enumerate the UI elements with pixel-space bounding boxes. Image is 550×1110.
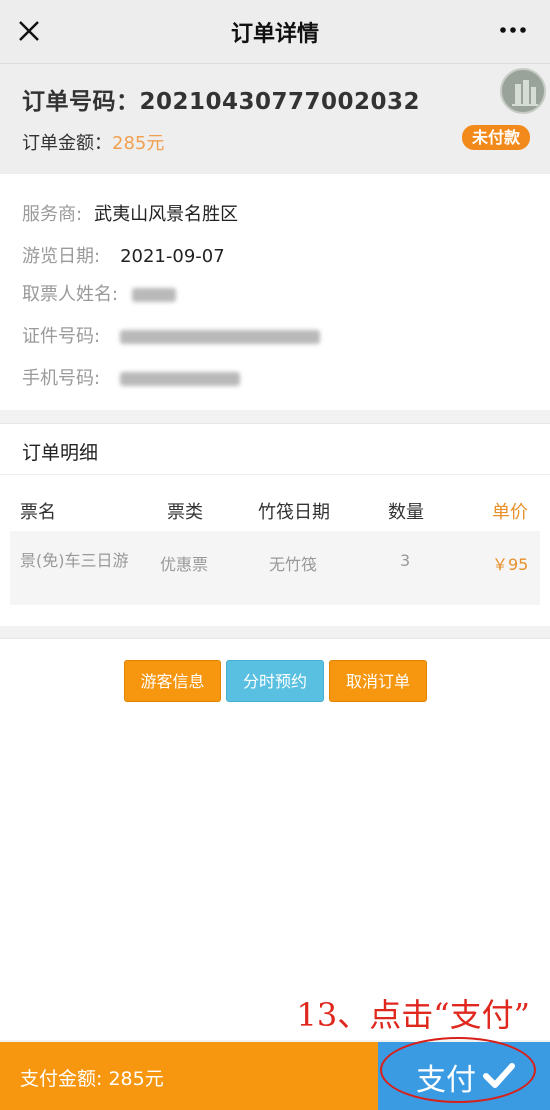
cell-ticket-name: 景(免)车三日游 (20, 551, 129, 570)
actions-panel: 游客信息 分时预约 取消订单 (0, 638, 550, 1040)
name-label: 取票人姓名: (22, 284, 119, 305)
column-raft-date: 竹筏日期 (258, 502, 330, 523)
order-amount: 订单金额：285元 (22, 129, 164, 155)
blurred-phone (120, 372, 241, 386)
column-quantity: 数量 (388, 502, 424, 523)
order-number-value: 20210430777002032 (139, 89, 421, 115)
provider-value: 武夷山风景名胜区 (94, 204, 239, 225)
avatar[interactable] (500, 68, 546, 114)
tutorial-annotation: 13、点击“支付” (296, 996, 530, 1034)
date-row: 游览日期: 2021-09-07 (22, 242, 225, 268)
cell-quantity: 3 (400, 551, 411, 570)
order-info: 服务商: 武夷山风景名胜区 游览日期: 2021-09-07 取票人姓名: 证件号码… (0, 174, 550, 410)
order-header: 订单号码：20210430777002032 订单金额：285元 未付款 (0, 64, 550, 174)
blurred-id (120, 330, 321, 344)
name-row: 取票人姓名: (22, 280, 177, 306)
time-booking-button[interactable]: 分时预约 (226, 660, 324, 702)
cancel-order-button[interactable]: 取消订单 (329, 660, 427, 702)
order-amount-label: 订单金额： (22, 133, 112, 154)
detail-title: 订单明细 (22, 442, 99, 464)
cell-price: ￥95 (492, 555, 529, 574)
highlight-oval (380, 1037, 536, 1103)
phone-label: 手机号码: (22, 368, 101, 389)
id-row: 证件号码: (22, 322, 321, 348)
column-price: 单价 (492, 502, 528, 523)
cell-ticket-type: 优惠票 (160, 555, 209, 574)
order-amount-value: 285元 (112, 133, 165, 154)
id-label: 证件号码: (22, 326, 101, 347)
more-icon[interactable] (498, 20, 528, 40)
building-icon (512, 80, 538, 106)
pay-amount-area: 支付金额: 285元 (0, 1042, 378, 1110)
pay-amount-text: 支付金额: 285元 (20, 1068, 164, 1090)
top-bar: 订单详情 (0, 0, 550, 64)
provider-label: 服务商: (22, 204, 83, 225)
table-row: 景(免)车三日游 优惠票 无竹筏 3 ￥95 (10, 531, 540, 605)
phone-row: 手机号码: (22, 364, 241, 390)
column-ticket-name: 票名 (20, 502, 56, 523)
provider-row: 服务商: 武夷山风景名胜区 (22, 200, 238, 226)
order-number-label: 订单号码： (22, 89, 140, 115)
status-badge: 未付款 (461, 125, 530, 150)
order-number: 订单号码：20210430777002032 (22, 82, 420, 116)
order-detail: 订单明细 票名 票类 竹筏日期 数量 单价 景(免)车三日游 优惠票 无竹筏 3… (0, 423, 550, 626)
blurred-name (132, 288, 177, 302)
divider (0, 474, 550, 475)
visitor-info-button[interactable]: 游客信息 (124, 660, 221, 702)
cell-raft-date: 无竹筏 (269, 555, 318, 574)
date-label: 游览日期: (22, 246, 101, 267)
column-ticket-type: 票类 (167, 502, 203, 523)
date-value: 2021-09-07 (120, 246, 225, 267)
page-title: 订单详情 (230, 22, 319, 47)
